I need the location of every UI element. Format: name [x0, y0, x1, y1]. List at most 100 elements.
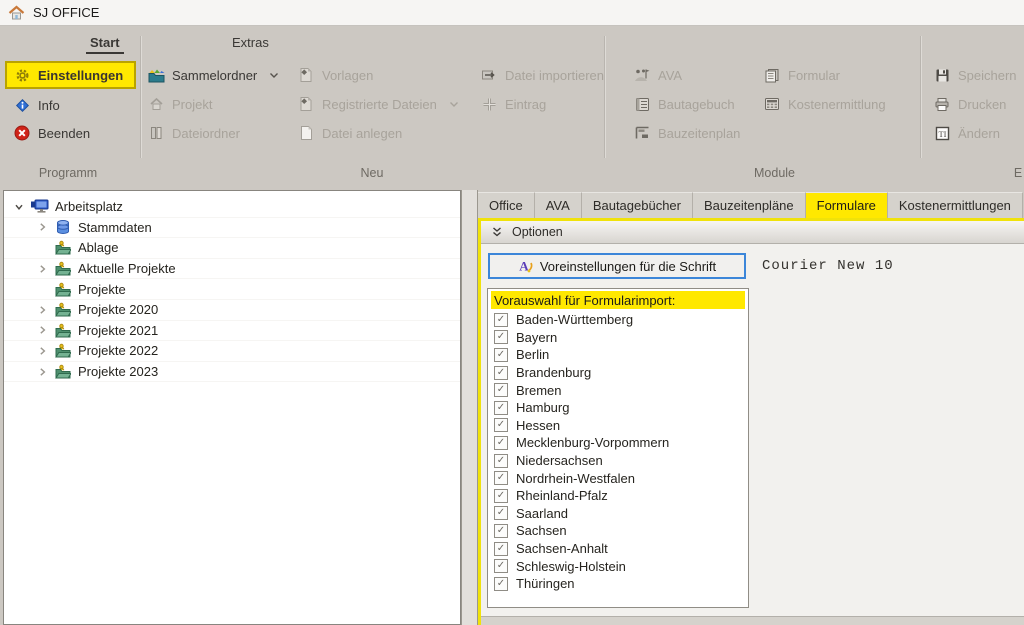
tree-item-ablage[interactable]: Ablage: [4, 238, 460, 259]
tree-item-projekte-2020[interactable]: Projekte 2020: [4, 300, 460, 321]
state-row-saarland[interactable]: ✓ Saarland: [491, 505, 745, 523]
checkbox-checked[interactable]: ✓: [494, 506, 508, 520]
state-row-schleswig-holstein[interactable]: ✓Schleswig-Holstein: [491, 557, 745, 575]
checkbox-checked[interactable]: ✓: [494, 577, 508, 591]
checkbox-checked[interactable]: ✓: [494, 542, 508, 556]
tree-item-projekte-2021[interactable]: Projekte 2021: [4, 321, 460, 342]
bauzeitenplan-button[interactable]: Bauzeitenplan: [633, 122, 740, 144]
ava-icon: [633, 67, 651, 84]
state-label: Hessen: [516, 418, 560, 433]
checkbox-checked[interactable]: ✓: [494, 559, 508, 573]
formular-button[interactable]: Formular: [763, 64, 840, 86]
state-label: Mecklenburg-Vorpommern: [516, 435, 669, 450]
registered-files-icon: [297, 96, 315, 113]
info-button[interactable]: Info: [13, 94, 60, 116]
registrierte-dateien-button[interactable]: Registrierte Dateien: [297, 93, 459, 115]
tree-item-projekte-2023[interactable]: Projekte 2023: [4, 362, 460, 383]
projekt-button[interactable]: Projekt: [147, 93, 212, 115]
checkbox-checked[interactable]: ✓: [494, 436, 508, 450]
kostenermittlung-button[interactable]: Kostenermittlung: [763, 93, 886, 115]
state-row-berlin[interactable]: ✓Berlin: [491, 346, 745, 364]
collapse-chevrons-icon[interactable]: [491, 226, 503, 238]
ribbon-tab-start[interactable]: Start: [86, 33, 124, 54]
chevron-down-icon[interactable]: [449, 100, 459, 109]
datei-importieren-button[interactable]: Datei importieren: [480, 64, 604, 86]
state-row-hessen[interactable]: ✓ Hessen: [491, 417, 745, 435]
checkbox-checked[interactable]: ✓: [494, 418, 508, 432]
einstellungen-button[interactable]: Einstellungen: [5, 61, 136, 89]
panel-splitter[interactable]: [461, 190, 478, 625]
state-row-hamburg[interactable]: ✓Hamburg: [491, 399, 745, 417]
options-header-bar[interactable]: Optionen: [481, 221, 1024, 244]
state-row-mecklenburg-vorpommern[interactable]: ✓ Mecklenburg-Vorpommern: [491, 434, 745, 452]
ribbon-group-separator: [604, 36, 605, 158]
tab-ava[interactable]: AVA: [535, 192, 582, 218]
state-row-niedersachsen[interactable]: ✓Niedersachsen: [491, 452, 745, 470]
tree-item-projekte[interactable]: Projekte: [4, 279, 460, 300]
speichern-button[interactable]: Speichern: [933, 64, 1017, 86]
expander-right-icon[interactable]: [36, 222, 48, 232]
state-row-bayern[interactable]: ✓Bayern: [491, 329, 745, 347]
state-row-nordrhein-westfalen[interactable]: ✓Nordrhein-Westfalen: [491, 469, 745, 487]
info-icon: [13, 97, 31, 114]
vorlagen-label: Vorlagen: [322, 68, 373, 83]
import-file-icon: [480, 67, 498, 84]
sammelordner-button[interactable]: Sammelordner: [147, 64, 279, 86]
tab-bautagebuecher[interactable]: Bautagebücher: [582, 192, 693, 218]
expander-right-icon[interactable]: [36, 346, 48, 356]
chevron-down-icon[interactable]: [269, 71, 279, 80]
expander-down-icon[interactable]: [13, 202, 25, 212]
expander-right-icon[interactable]: [36, 325, 48, 335]
drucken-button[interactable]: Drucken: [933, 93, 1006, 115]
formulare-options-panel: Optionen A Voreinstellungen für die Schr…: [478, 218, 1024, 625]
tree-item-label: Stammdaten: [78, 220, 152, 235]
tree-item-projekte-2022[interactable]: Projekte 2022: [4, 341, 460, 362]
checkbox-checked[interactable]: ✓: [494, 366, 508, 380]
beenden-label: Beenden: [38, 126, 90, 141]
bautagebuch-label: Bautagebuch: [658, 97, 735, 112]
expander-right-icon[interactable]: [36, 367, 48, 377]
state-row-sachsen[interactable]: ✓ Sachsen: [491, 522, 745, 540]
tab-formulare[interactable]: Formulare: [806, 192, 888, 218]
tree-item-aktuelle-projekte[interactable]: Aktuelle Projekte: [4, 259, 460, 280]
state-label: Sachsen: [516, 523, 567, 538]
checkbox-checked[interactable]: ✓: [494, 383, 508, 397]
vorlagen-button[interactable]: Vorlagen: [297, 64, 373, 86]
checkbox-checked[interactable]: ✓: [494, 454, 508, 468]
ava-button[interactable]: AVA: [633, 64, 682, 86]
state-row-thueringen[interactable]: ✓Thüringen: [491, 575, 745, 593]
tab-kostenermittlungen[interactable]: Kostenermittlungen: [888, 192, 1023, 218]
state-row-brandenburg[interactable]: ✓Brandenburg: [491, 364, 745, 382]
state-row-bremen[interactable]: ✓Bremen: [491, 381, 745, 399]
aendern-button[interactable]: TI Ändern: [933, 122, 1000, 144]
tree-item-stammdaten[interactable]: Stammdaten: [4, 218, 460, 239]
checkbox-checked[interactable]: ✓: [494, 524, 508, 538]
tab-bauzeitenplaene[interactable]: Bauzeitenpläne: [693, 192, 806, 218]
speichern-label: Speichern: [958, 68, 1017, 83]
tree-item-arbeitsplatz[interactable]: Arbeitsplatz: [4, 197, 460, 218]
eintrag-button[interactable]: Eintrag: [480, 93, 546, 115]
checkbox-checked[interactable]: ✓: [494, 330, 508, 344]
expander-right-icon[interactable]: [36, 305, 48, 315]
dateiordner-button[interactable]: Dateiordner: [147, 122, 240, 144]
checkbox-checked[interactable]: ✓: [494, 471, 508, 485]
font-settings-button[interactable]: A Voreinstellungen für die Schrift: [488, 253, 746, 279]
bautagebuch-button[interactable]: Bautagebuch: [633, 93, 735, 115]
ribbon-tab-extras[interactable]: Extras: [228, 33, 273, 52]
app-home-icon: [8, 5, 25, 21]
state-row-baden-wuerttemberg[interactable]: ✓Baden-Württemberg: [491, 311, 745, 329]
checkbox-checked[interactable]: ✓: [494, 313, 508, 327]
checkbox-checked[interactable]: ✓: [494, 401, 508, 415]
state-row-rheinland-pfalz[interactable]: ✓Rheinland-Pfalz: [491, 487, 745, 505]
checkbox-checked[interactable]: ✓: [494, 489, 508, 503]
kostenermittlung-label: Kostenermittlung: [788, 97, 886, 112]
tab-office[interactable]: Office: [478, 192, 535, 218]
einstellungen-label: Einstellungen: [38, 68, 123, 83]
beenden-button[interactable]: Beenden: [13, 122, 90, 144]
state-label: Saarland: [516, 506, 568, 521]
tree-item-label: Arbeitsplatz: [55, 199, 123, 214]
state-row-sachsen-anhalt[interactable]: ✓Sachsen-Anhalt: [491, 540, 745, 558]
expander-right-icon[interactable]: [36, 264, 48, 274]
datei-anlegen-button[interactable]: Datei anlegen: [297, 122, 402, 144]
checkbox-checked[interactable]: ✓: [494, 348, 508, 362]
